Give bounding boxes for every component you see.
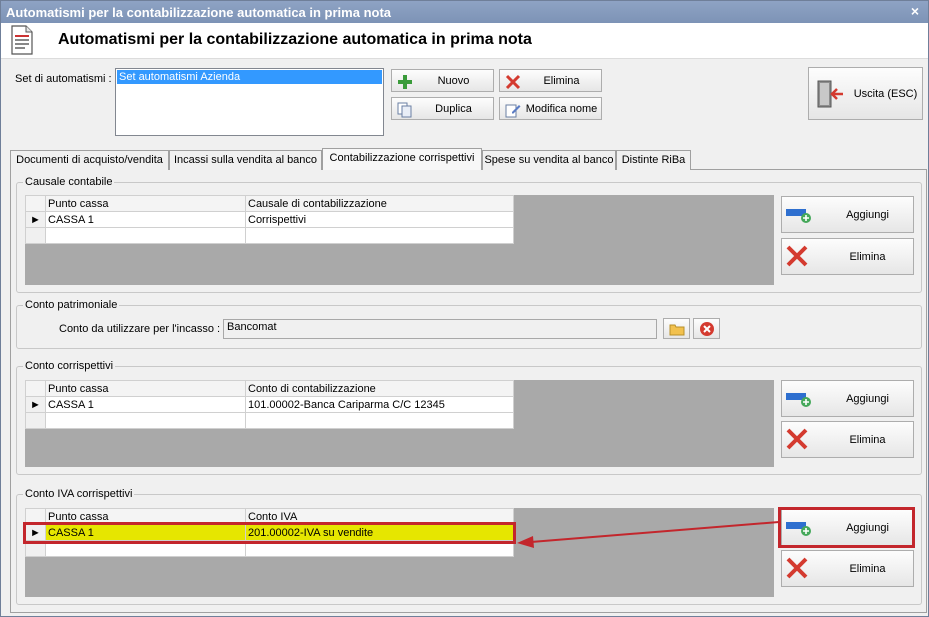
row-highlight-box	[23, 522, 516, 544]
close-icon[interactable]: ×	[908, 4, 922, 18]
table-cell[interactable]: CASSA 1	[45, 396, 246, 413]
row-pointer-icon: ►	[25, 396, 46, 413]
modifica-nome-button[interactable]: Modifica nome	[499, 97, 602, 120]
tab-incassi[interactable]: Incassi sulla vendita al banco	[169, 150, 322, 170]
folder-icon	[669, 324, 684, 335]
new-row[interactable]	[25, 412, 514, 429]
table-cell[interactable]: CASSA 1	[45, 211, 246, 228]
iva-title: Conto IVA corrispettivi	[23, 488, 135, 500]
iva-elimina-button[interactable]: Elimina	[781, 550, 914, 587]
causale-title: Causale contabile	[23, 176, 115, 188]
set-listbox[interactable]: Set automatismi Azienda	[115, 68, 384, 136]
new-row[interactable]	[25, 227, 514, 244]
corrispettivi-grid[interactable]: Punto cassa Conto di contabilizzazione ► C…	[25, 380, 774, 467]
button-highlight-box	[778, 507, 915, 548]
set-label: Set di automatismi :	[15, 73, 112, 85]
causale-elimina-label: Elimina	[849, 250, 886, 263]
tab-contabilizzazione[interactable]: Contabilizzazione corrispettivi	[322, 148, 482, 170]
browse-folder-button[interactable]	[663, 318, 690, 339]
copy-icon	[396, 101, 414, 119]
tab-spese[interactable]: Spese su vendita al banco	[482, 150, 616, 170]
table-row[interactable]: ► CASSA 1 Corrispettivi	[25, 211, 514, 228]
corrispettivi-elimina-button[interactable]: Elimina	[781, 421, 914, 458]
duplica-button[interactable]: Duplica	[391, 97, 494, 120]
document-icon	[11, 25, 33, 55]
causale-aggiungi-button[interactable]: Aggiungi	[781, 196, 914, 233]
uscita-button[interactable]: Uscita (ESC)	[808, 67, 923, 120]
corrispettivi-aggiungi-button[interactable]: Aggiungi	[781, 380, 914, 417]
window-title: Automatismi per la contabilizzazione aut…	[6, 5, 392, 20]
corrispettivi-elimina-label: Elimina	[849, 433, 886, 446]
patrimoniale-title: Conto patrimoniale	[23, 299, 120, 311]
exit-door-icon	[815, 79, 845, 112]
col-header[interactable]: Conto di contabilizzazione	[245, 380, 514, 397]
col-header[interactable]: Punto cassa	[45, 380, 246, 397]
set-list-item[interactable]: Set automatismi Azienda	[117, 70, 382, 84]
edit-icon	[504, 101, 522, 119]
corrispettivi-aggiungi-label: Aggiungi	[846, 392, 889, 405]
delete-x-icon	[504, 73, 522, 91]
nuovo-label: Nuovo	[437, 74, 470, 87]
uscita-label: Uscita (ESC)	[853, 87, 918, 100]
col-header[interactable]: Causale di contabilizzazione	[245, 195, 514, 212]
duplica-label: Duplica	[435, 102, 472, 115]
table-row[interactable]: ► CASSA 1 101.00002-Banca Cariparma C/C 12…	[25, 396, 514, 413]
page-title: Automatismi per la contabilizzazione aut…	[58, 31, 532, 48]
tab-documenti[interactable]: Documenti di acquisto/vendita	[10, 150, 169, 170]
elimina-set-label: Elimina	[543, 74, 580, 87]
delete-x-icon	[785, 428, 811, 452]
elimina-set-button[interactable]: Elimina	[499, 69, 602, 92]
add-row-icon	[785, 387, 811, 411]
patrimoniale-label: Conto da utilizzare per l'incasso :	[59, 323, 221, 335]
causale-elimina-button[interactable]: Elimina	[781, 238, 914, 275]
causale-grid[interactable]: Punto cassa Causale di contabilizzazione …	[25, 195, 774, 285]
iva-elimina-label: Elimina	[849, 562, 886, 575]
table-cell[interactable]: Corrispettivi	[245, 211, 514, 228]
title-bar: Automatismi per la contabilizzazione aut…	[1, 1, 928, 23]
col-header[interactable]: Punto cassa	[45, 195, 246, 212]
causale-aggiungi-label: Aggiungi	[846, 208, 889, 221]
delete-x-icon	[785, 557, 811, 581]
tab-distinte[interactable]: Distinte RiBa	[616, 150, 691, 170]
clear-icon	[699, 321, 714, 336]
conto-incasso-field[interactable]: Bancomat	[223, 319, 657, 339]
clear-field-button[interactable]	[693, 318, 720, 339]
nuovo-button[interactable]: Nuovo	[391, 69, 494, 92]
corrispettivi-title: Conto corrispettivi	[23, 360, 116, 372]
table-cell[interactable]: 101.00002-Banca Cariparma C/C 12345	[245, 396, 514, 413]
annotation-arrow	[517, 521, 780, 548]
plus-icon	[396, 73, 414, 91]
row-pointer-icon: ►	[25, 211, 46, 228]
main-window: Automatismi per la contabilizzazione aut…	[0, 0, 929, 617]
add-row-icon	[785, 203, 811, 227]
modifica-nome-label: Modifica nome	[525, 102, 598, 115]
delete-x-icon	[785, 245, 811, 269]
header: Automatismi per la contabilizzazione aut…	[1, 23, 928, 59]
